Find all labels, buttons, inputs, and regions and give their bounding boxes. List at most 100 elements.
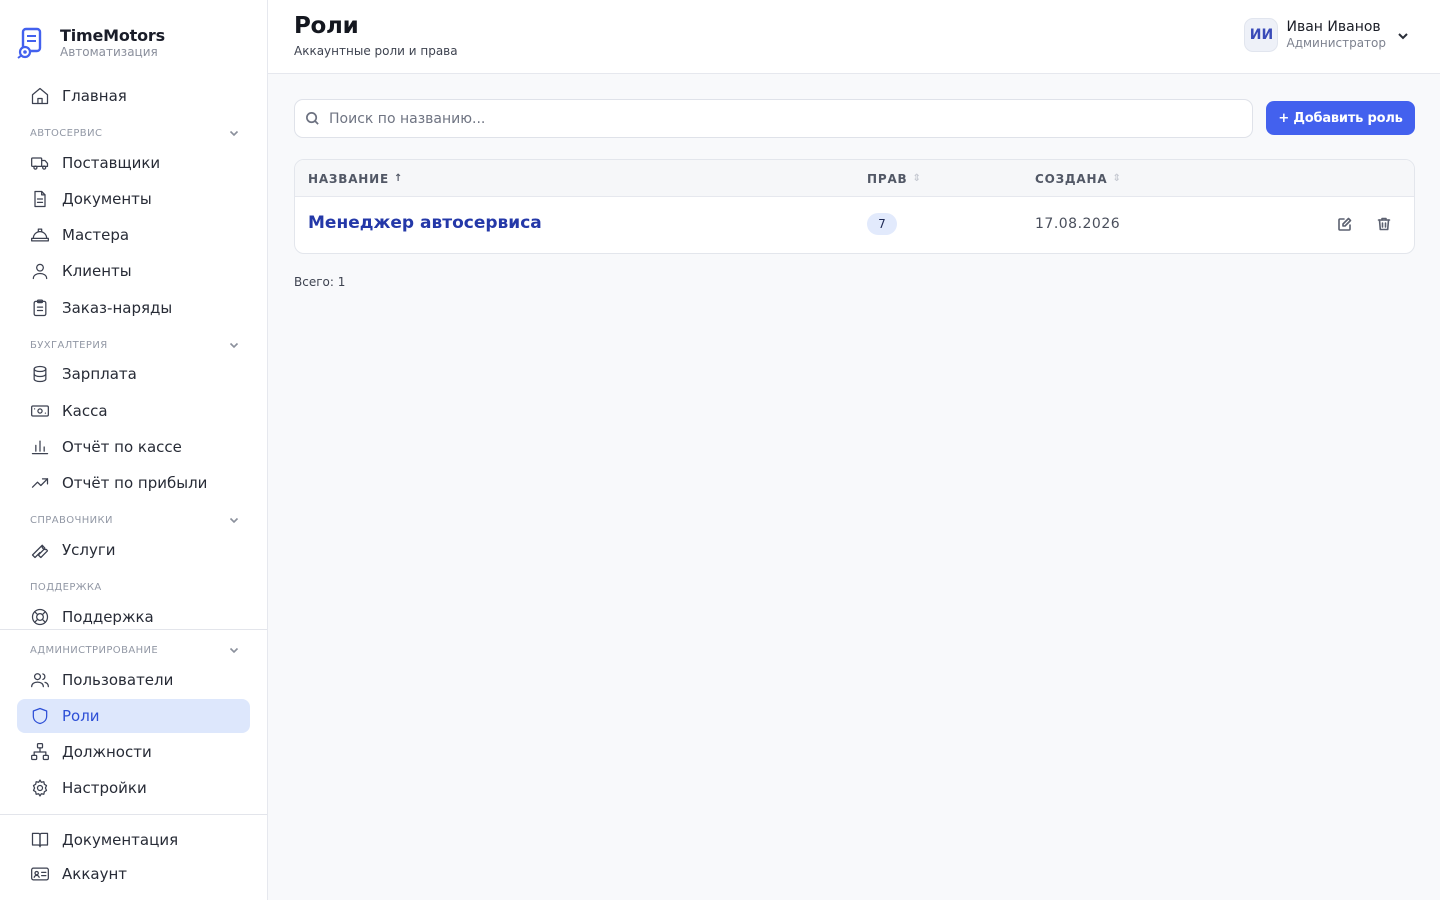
brand-title: TimeMotors: [60, 25, 165, 45]
chevron-down-icon: [228, 336, 240, 355]
brand-subtitle: Автоматизация: [60, 44, 158, 59]
section-label: Справочники: [30, 514, 113, 526]
chevron-down-icon: [228, 511, 240, 530]
user-icon: [30, 261, 50, 281]
section-directories[interactable]: Справочники: [30, 512, 240, 528]
sidebar: TimeMotors Автоматизация Главная Автосер…: [0, 0, 268, 900]
rights-count-badge: 7: [867, 213, 897, 235]
sidebar-item-label: Зарплата: [62, 365, 137, 383]
section-support: Поддержка: [30, 579, 240, 595]
chevron-down-icon[interactable]: [1396, 28, 1410, 42]
gear-icon: [30, 778, 50, 798]
sidebar-item-salary[interactable]: Зарплата: [17, 357, 250, 391]
section-accounting[interactable]: Бухгалтерия: [30, 337, 240, 353]
sidebar-item-label: Отчёт по кассе: [62, 438, 182, 456]
sidebar-item-home[interactable]: Главная: [17, 79, 250, 113]
sidebar-item-label: Отчёт по прибыли: [62, 474, 208, 492]
document-icon: [30, 189, 50, 209]
sidebar-item-label: Роли: [62, 707, 100, 725]
section-admin[interactable]: Администрирование: [30, 642, 240, 658]
sidebar-divider: [0, 629, 267, 630]
sidebar-item-cash[interactable]: Касса: [17, 394, 250, 428]
sidebar-item-positions[interactable]: Должности: [17, 735, 250, 769]
brand[interactable]: TimeMotors Автоматизация: [16, 26, 165, 60]
section-autoservice[interactable]: Автосервис: [30, 125, 240, 141]
section-label: Администрирование: [30, 644, 159, 656]
top-header: Роли Аккаунтные роли и права ИИ Иван Ива…: [268, 0, 1440, 74]
sidebar-item-services[interactable]: Услуги: [17, 533, 250, 567]
sidebar-item-label: Аккаунт: [62, 865, 127, 883]
book-icon: [30, 830, 50, 850]
sidebar-item-label: Касса: [62, 402, 108, 420]
sidebar-item-users[interactable]: Пользователи: [17, 663, 250, 697]
column-label: Прав: [867, 171, 908, 186]
lifebuoy-icon: [30, 607, 50, 627]
sidebar-item-label: Поставщики: [62, 154, 161, 172]
section-label: Автосервис: [30, 127, 103, 139]
page-title: Роли: [294, 13, 359, 39]
sidebar-item-docs[interactable]: Документация: [17, 823, 250, 857]
sidebar-item-label: Настройки: [62, 779, 147, 797]
sidebar-item-cash-report[interactable]: Отчёт по кассе: [17, 430, 250, 464]
wrench-icon: [30, 540, 50, 560]
sort-icon: ⇕: [912, 173, 922, 184]
user-name: Иван Иванов: [1286, 19, 1381, 35]
sidebar-item-clients[interactable]: Клиенты: [17, 254, 250, 288]
sort-icon: ⇕: [1112, 173, 1122, 184]
sidebar-divider: [0, 814, 267, 815]
sidebar-item-label: Поддержка: [62, 608, 154, 626]
sidebar-item-label: Клиенты: [62, 262, 132, 280]
sidebar-item-roles[interactable]: Роли: [17, 699, 250, 733]
shield-icon: [30, 706, 50, 726]
database-icon: [30, 364, 50, 384]
search-input[interactable]: [329, 110, 1209, 127]
page-subtitle: Аккаунтные роли и права: [294, 44, 458, 58]
sidebar-item-label: Пользователи: [62, 671, 174, 689]
total-count: Всего: 1: [294, 275, 346, 289]
column-header-name[interactable]: Название ↑: [308, 160, 403, 197]
sidebar-item-label: Документы: [62, 190, 152, 208]
sidebar-item-label: Мастера: [62, 226, 130, 244]
logo-icon: [17, 27, 42, 59]
clipboard-icon: [30, 298, 50, 318]
sidebar-item-account[interactable]: Аккаунт: [17, 857, 250, 891]
search-bar[interactable]: [294, 99, 1253, 138]
sidebar-item-label: Главная: [62, 87, 127, 105]
hardhat-icon: [30, 225, 50, 245]
sidebar-item-masters[interactable]: Мастера: [17, 218, 250, 252]
column-header-created[interactable]: Создана ⇕: [1035, 160, 1122, 197]
sidebar-item-label: Услуги: [62, 541, 116, 559]
truck-icon: [30, 153, 50, 173]
roles-table: Название ↑ Прав ⇕ Создана ⇕ Менеджер авт…: [294, 159, 1415, 254]
sidebar-item-suppliers[interactable]: Поставщики: [17, 146, 250, 180]
created-date: 17.08.2026: [1035, 216, 1121, 232]
sort-arrow-up-icon: ↑: [393, 173, 404, 184]
sidebar-item-orders[interactable]: Заказ-наряды: [17, 291, 250, 325]
sidebar-item-label: Документация: [62, 831, 179, 849]
user-menu[interactable]: ИИ Иван Иванов Администратор: [1244, 18, 1410, 52]
column-label: Название: [308, 171, 389, 186]
section-label: Поддержка: [30, 581, 102, 593]
add-role-button[interactable]: + Добавить роль: [1266, 101, 1415, 135]
sidebar-item-label: Должности: [62, 743, 152, 761]
sidebar-item-label: Заказ-наряды: [62, 299, 173, 317]
table-row[interactable]: Менеджер автосервиса 7 17.08.2026: [295, 197, 1414, 253]
table-header: Название ↑ Прав ⇕ Создана ⇕: [295, 160, 1414, 197]
trash-icon[interactable]: [1376, 216, 1394, 234]
trending-up-icon: [30, 473, 50, 493]
user-role: Администратор: [1286, 36, 1386, 50]
role-name-link[interactable]: Менеджер автосервиса: [308, 213, 542, 233]
edit-icon[interactable]: [1337, 216, 1355, 234]
sidebar-item-settings[interactable]: Настройки: [17, 771, 250, 805]
id-card-icon: [30, 864, 50, 884]
home-icon: [30, 86, 50, 106]
column-header-rights[interactable]: Прав ⇕: [867, 160, 922, 197]
sidebar-item-profit-report[interactable]: Отчёт по прибыли: [17, 466, 250, 500]
org-chart-icon: [30, 742, 50, 762]
column-label: Создана: [1035, 171, 1108, 186]
chevron-down-icon: [228, 124, 240, 143]
banknote-icon: [30, 401, 50, 421]
chevron-down-icon: [228, 641, 240, 660]
search-icon: [306, 112, 319, 125]
sidebar-item-documents[interactable]: Документы: [17, 182, 250, 216]
